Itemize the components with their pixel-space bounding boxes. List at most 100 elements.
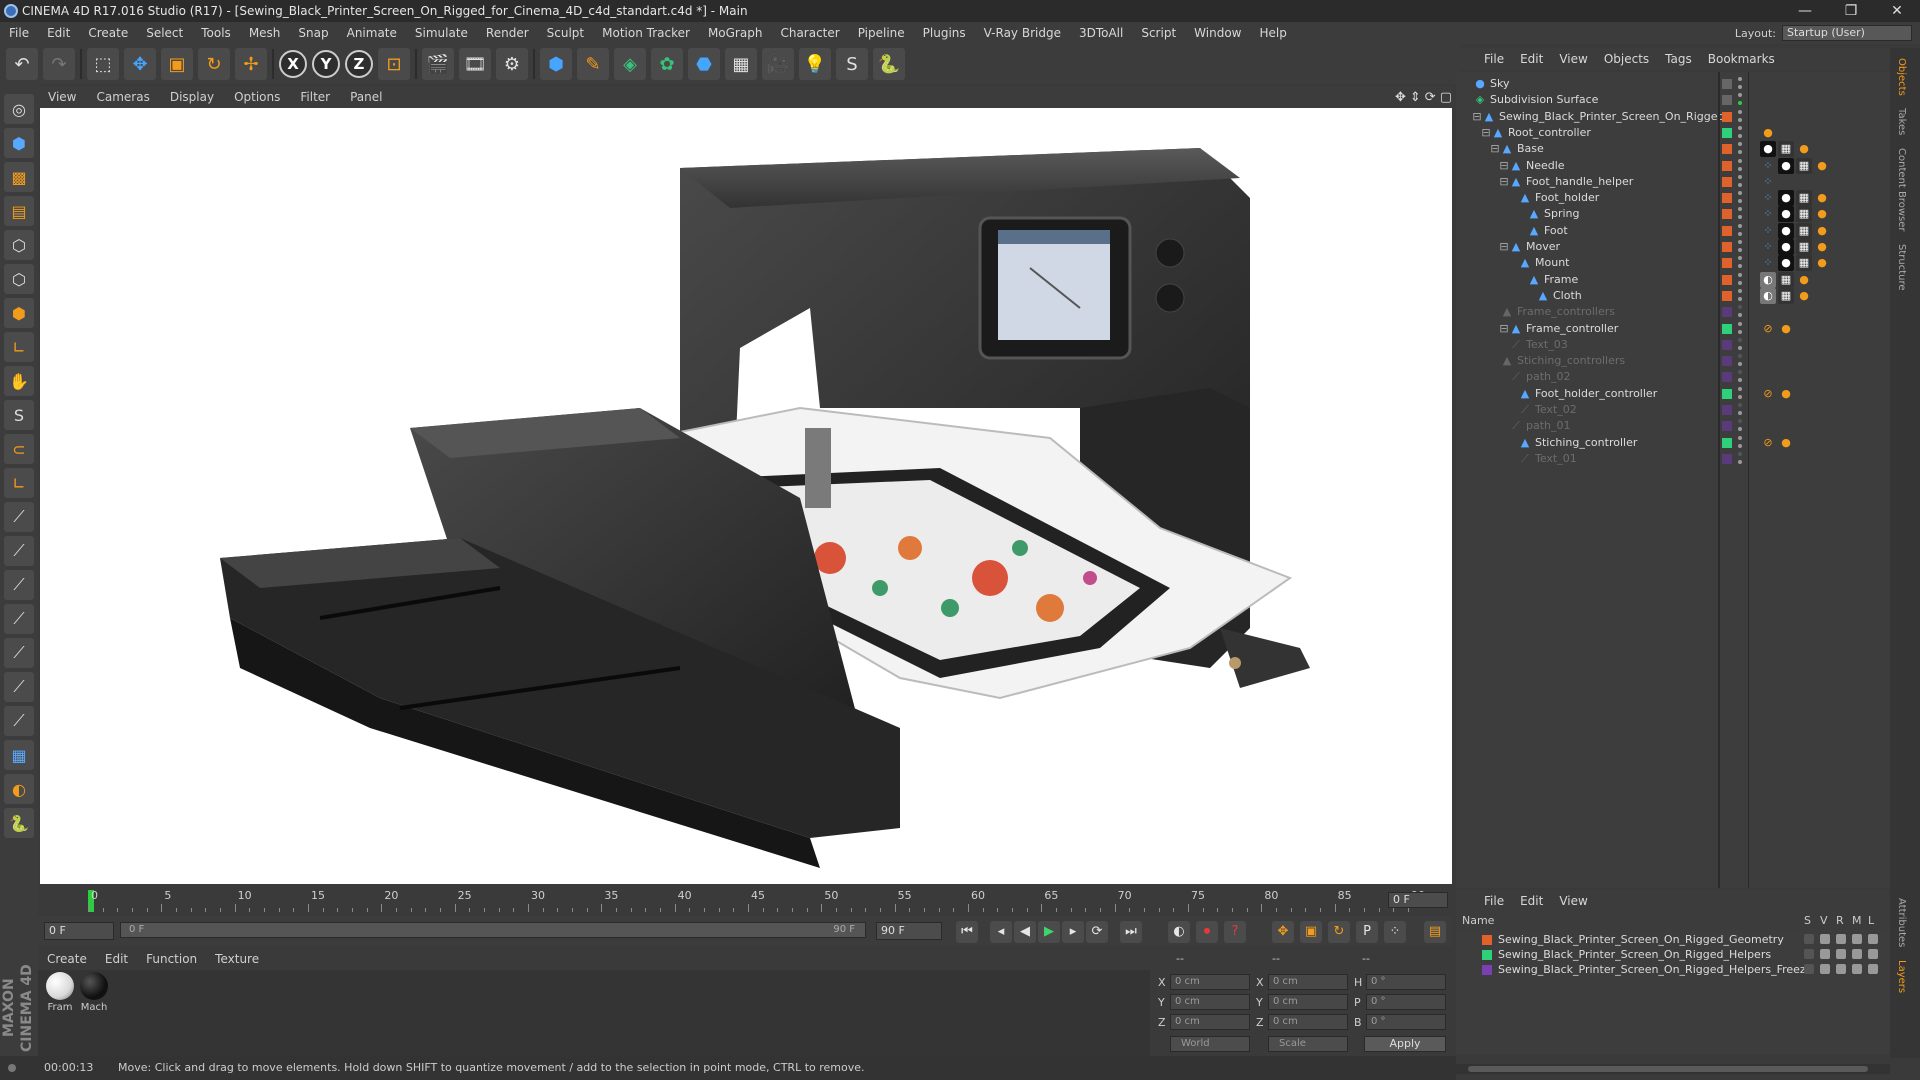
editor-visibility-dot[interactable]	[1738, 272, 1742, 277]
frame-ruler[interactable]: 051015202530354045505560657075808590	[88, 886, 1428, 916]
editor-visibility-dot[interactable]	[1738, 174, 1742, 179]
object-menu-bookmarks[interactable]: Bookmarks	[1700, 52, 1783, 66]
coordinate-space-dropdown[interactable]: World	[1170, 1036, 1250, 1052]
material-menu-function[interactable]: Function	[137, 952, 206, 966]
pen-spline-icon[interactable]: ✎	[577, 48, 609, 80]
layer-color-swatch[interactable]	[1722, 405, 1732, 415]
editor-visibility-dot[interactable]	[1738, 240, 1742, 244]
pinch-brush-icon[interactable]: ⟋	[4, 706, 34, 736]
layer-lock-toggle[interactable]	[1868, 934, 1878, 944]
go-to-start-icon[interactable]: ⏮	[956, 921, 978, 943]
object-row[interactable]: ⟋ Text_01	[1456, 449, 1890, 469]
editor-visibility-dot[interactable]	[1738, 451, 1742, 456]
expand-toggle-icon[interactable]: ⊟	[1498, 175, 1510, 188]
points-mode-icon[interactable]: ⬡	[4, 230, 34, 260]
size-z-field[interactable]: 0 cm	[1268, 1014, 1348, 1030]
menu-item-select[interactable]: Select	[137, 22, 192, 44]
position-track-icon[interactable]: ✥	[1272, 921, 1294, 943]
model-mode-icon[interactable]: ⬢	[4, 128, 34, 158]
expand-toggle-icon[interactable]: ⊟	[1471, 110, 1483, 123]
layer-view-toggle[interactable]	[1820, 949, 1830, 959]
editor-visibility-dot[interactable]	[1738, 256, 1742, 261]
parameter-track-icon[interactable]: P	[1356, 921, 1378, 943]
current-frame-field[interactable]: 0 F	[1388, 892, 1448, 908]
menu-item-pipeline[interactable]: Pipeline	[849, 22, 914, 44]
edges-mode-icon[interactable]: ⬡	[4, 264, 34, 294]
layer-menu-edit[interactable]: Edit	[1512, 894, 1551, 908]
object-menu-file[interactable]: File	[1476, 52, 1512, 66]
menu-item-window[interactable]: Window	[1185, 22, 1250, 44]
layer-color-swatch[interactable]	[1722, 356, 1732, 367]
scrollbar-thumb[interactable]	[1468, 1066, 1868, 1072]
render-visibility-dot[interactable]	[1738, 313, 1742, 318]
next-frame-icon[interactable]: ▸	[1062, 921, 1084, 943]
camera-icon[interactable]: 🎥	[762, 48, 794, 80]
viewport-menu-filter[interactable]: Filter	[290, 90, 340, 104]
layer-color-swatch[interactable]	[1722, 437, 1732, 448]
layer-menu-view[interactable]: View	[1551, 894, 1595, 908]
layer-color-swatch[interactable]	[1722, 453, 1732, 464]
menu-item-mograph[interactable]: MoGraph	[699, 22, 772, 44]
editor-visibility-dot[interactable]	[1738, 288, 1742, 293]
layer-menu-file[interactable]: File	[1476, 894, 1512, 908]
workplane-mode-icon[interactable]: ▤	[4, 196, 34, 226]
expand-toggle-icon[interactable]: ⊟	[1480, 126, 1492, 139]
expand-toggle-icon[interactable]: ⊟	[1498, 322, 1510, 335]
scale-track-icon[interactable]: ▣	[1300, 921, 1322, 943]
menu-item-motion-tracker[interactable]: Motion Tracker	[593, 22, 699, 44]
render-visibility-dot[interactable]	[1738, 296, 1742, 301]
scrub-range-slider[interactable]: 0 F 90 F	[120, 922, 866, 938]
render-visibility-dot[interactable]	[1738, 459, 1742, 464]
editor-visibility-dot[interactable]	[1738, 93, 1742, 98]
rotation-h-field[interactable]: 0 °	[1366, 974, 1446, 990]
menu-item-tools[interactable]: Tools	[192, 22, 240, 44]
material-mach[interactable]: Mach	[78, 972, 110, 1013]
render-visibility-dot[interactable]	[1738, 329, 1742, 334]
rotate-view-icon[interactable]: ⟳	[1425, 90, 1436, 105]
layer-color-swatch[interactable]	[1482, 950, 1492, 960]
position-x-field[interactable]: 0 cm	[1170, 974, 1250, 990]
render-visibility-dot[interactable]	[1738, 199, 1742, 204]
menu-item-edit[interactable]: Edit	[38, 22, 79, 44]
menu-item-simulate[interactable]: Simulate	[406, 22, 477, 44]
z-axis-lock-button[interactable]: Z	[345, 50, 373, 78]
python-script-icon[interactable]: 🐍	[4, 808, 34, 838]
smooth-brush-icon[interactable]: ⟋	[4, 570, 34, 600]
layer-row[interactable]: Sewing_Black_Printer_Screen_On_Rigged_He…	[1456, 947, 1890, 962]
timeline-ruler[interactable]: 051015202530354045505560657075808590 0 F	[38, 886, 1452, 916]
layer-color-swatch[interactable]	[1722, 127, 1732, 138]
object-menu-tags[interactable]: Tags	[1657, 52, 1700, 66]
menu-item-script[interactable]: Script	[1132, 22, 1185, 44]
rotate-tool-icon[interactable]: ↻	[198, 48, 230, 80]
axis-mode-icon[interactable]: ∟	[4, 332, 34, 362]
y-axis-lock-button[interactable]: Y	[312, 50, 340, 78]
expand-toggle-icon[interactable]: ⊟	[1498, 241, 1510, 253]
render-view-icon[interactable]: 🎬	[422, 48, 454, 80]
render-visibility-dot[interactable]	[1738, 133, 1742, 138]
layer-lock-toggle[interactable]	[1868, 964, 1878, 974]
move-tool-icon[interactable]: ✥	[124, 48, 156, 80]
play-icon[interactable]: ▶	[1038, 921, 1060, 943]
coordinate-system-icon[interactable]: ⊡	[378, 48, 410, 80]
texture-mode-icon[interactable]: ▩	[4, 162, 34, 192]
pan-view-icon[interactable]: ✥	[1395, 90, 1406, 105]
light-icon[interactable]: 💡	[799, 48, 831, 80]
layer-manager-toggle[interactable]	[1852, 949, 1862, 959]
previous-key-icon[interactable]: ◂	[990, 921, 1012, 943]
autokey-icon[interactable]: ⏺	[1196, 921, 1218, 943]
zoom-view-icon[interactable]: ⇕	[1410, 90, 1421, 105]
solo-icon[interactable]: ◐	[4, 774, 34, 804]
undo-icon[interactable]: ↶	[6, 48, 38, 80]
end-frame-field[interactable]: 90 F	[876, 922, 942, 940]
editor-visibility-dot[interactable]	[1738, 158, 1742, 163]
render-visibility-dot[interactable]	[1738, 443, 1742, 448]
rotation-track-icon[interactable]: ↻	[1328, 921, 1350, 943]
3d-viewport[interactable]	[40, 108, 1452, 884]
tab-structure[interactable]: Structure	[1896, 244, 1907, 291]
layer-color-swatch[interactable]	[1722, 242, 1732, 252]
layer-render-toggle[interactable]	[1836, 934, 1846, 944]
render-visibility-dot[interactable]	[1738, 231, 1742, 236]
render-visibility-dot[interactable]	[1738, 264, 1742, 269]
render-visibility-dot[interactable]	[1738, 280, 1742, 285]
editor-visibility-dot[interactable]	[1738, 142, 1742, 147]
